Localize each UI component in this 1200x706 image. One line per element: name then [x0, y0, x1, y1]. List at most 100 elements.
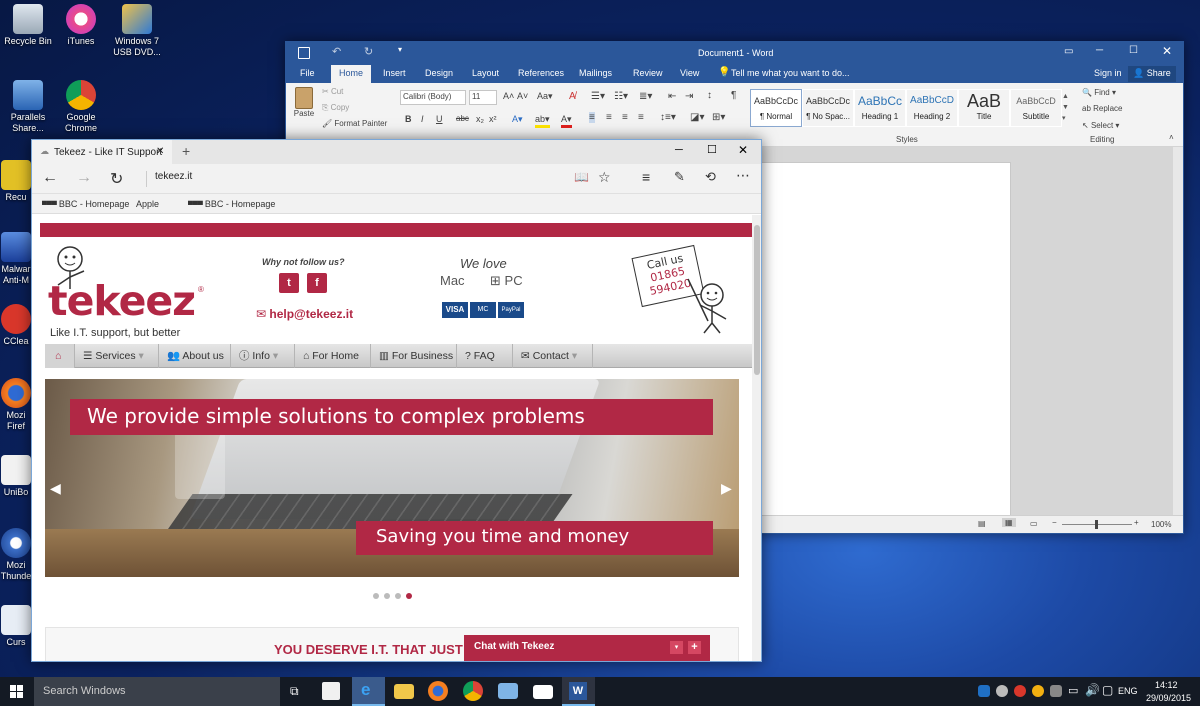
- numbering-icon[interactable]: ☷▾: [614, 91, 628, 102]
- reading-view-icon[interactable]: 📖: [574, 170, 589, 184]
- more-icon[interactable]: ⋯: [736, 167, 750, 184]
- font-name-select[interactable]: Calibri (Body): [400, 90, 466, 105]
- multilevel-list-icon[interactable]: ≣▾: [639, 91, 652, 102]
- cut-button[interactable]: ✂ Cut: [322, 87, 343, 96]
- desktop-icon-windows-usb[interactable]: Windows 7 USB DVD...: [108, 4, 166, 58]
- clock-time[interactable]: 14:12: [1155, 680, 1178, 690]
- maximize-icon[interactable]: ☐: [1129, 45, 1138, 56]
- forward-icon[interactable]: →: [76, 169, 92, 187]
- font-color-icon[interactable]: A▾: [561, 114, 572, 128]
- slider-dot[interactable]: [395, 593, 401, 599]
- desktop-icon-recuva[interactable]: Recu: [0, 160, 32, 203]
- nav-for-home[interactable]: ⌂ For Home: [295, 344, 371, 368]
- justify-icon[interactable]: ≡: [638, 112, 644, 123]
- style-subtitle[interactable]: AaBbCcD Subtitle: [1010, 89, 1062, 127]
- desktop-icon-thunderbird[interactable]: Mozi Thunde: [0, 528, 32, 582]
- volume-icon[interactable]: 🔊: [1085, 683, 1100, 697]
- find-button[interactable]: 🔍 Find ▾: [1082, 88, 1116, 97]
- web-note-icon[interactable]: ✎: [674, 169, 685, 185]
- redo-icon[interactable]: ↻: [364, 45, 373, 58]
- minimize-icon[interactable]: ─: [1096, 45, 1103, 56]
- nav-about-us[interactable]: 👥 About us: [159, 344, 231, 368]
- grow-font-icon[interactable]: A˄: [503, 91, 514, 101]
- firefox-icon[interactable]: [428, 681, 448, 701]
- favorite-link[interactable]: ▀▀▀ BBC - Homepage: [188, 199, 275, 209]
- text-effects-icon[interactable]: A▾: [512, 114, 523, 125]
- refresh-icon[interactable]: ↻: [110, 169, 123, 189]
- tab-design[interactable]: Design: [425, 68, 453, 78]
- mail-icon[interactable]: [533, 685, 553, 699]
- new-tab-icon[interactable]: +: [182, 143, 190, 159]
- sync-tray-icon[interactable]: [996, 685, 1008, 697]
- favorite-link[interactable]: ▀▀▀ BBC - Homepage: [42, 199, 129, 209]
- borders-icon[interactable]: ⊞▾: [712, 112, 725, 123]
- browser-tab[interactable]: ☁ Tekeez - Like IT Support ✕: [32, 140, 172, 164]
- nav-info[interactable]: ⓘ Info ▾: [231, 344, 295, 368]
- tab-home[interactable]: Home: [331, 65, 372, 83]
- maximize-icon[interactable]: ☐: [707, 143, 717, 156]
- clock-date[interactable]: 29/09/2015: [1146, 693, 1191, 703]
- web-layout-icon[interactable]: ▭: [1030, 519, 1038, 528]
- tab-insert[interactable]: Insert: [383, 68, 406, 78]
- styles-scroll-icon[interactable]: ▲ ▼ ▾: [1062, 91, 1069, 124]
- style-heading-2[interactable]: AaBbCcD Heading 2: [906, 89, 958, 127]
- minimize-icon[interactable]: ─: [675, 144, 683, 156]
- slider-dot[interactable]: [373, 593, 379, 599]
- search-box[interactable]: Search Windows: [34, 677, 280, 706]
- tell-me-input[interactable]: Tell me what you want to do...: [731, 68, 850, 78]
- chrome-icon[interactable]: [463, 681, 483, 701]
- shading-icon[interactable]: ◪▾: [690, 112, 704, 123]
- style-heading-1[interactable]: AaBbCc Heading 1: [854, 89, 906, 127]
- word-titlebar[interactable]: ↶ ↻ ▾ Document1 - Word ▭ ─ ☐ ✕: [286, 42, 1183, 65]
- site-logo[interactable]: tekeez ® Like I.T. support, but better: [48, 245, 213, 341]
- slider-prev-icon[interactable]: ◀: [50, 480, 61, 497]
- print-layout-icon[interactable]: ▦: [1002, 518, 1016, 527]
- decrease-indent-icon[interactable]: ⇤: [668, 91, 676, 102]
- align-right-icon[interactable]: ≡: [622, 112, 628, 123]
- nav-services[interactable]: ☰ Services ▾: [75, 344, 159, 368]
- start-windows-icon[interactable]: [10, 685, 23, 698]
- chat-add-icon[interactable]: +: [688, 641, 701, 654]
- store-icon[interactable]: [322, 682, 340, 700]
- zoom-slider-thumb[interactable]: [1095, 520, 1098, 529]
- close-icon[interactable]: ✕: [738, 143, 748, 157]
- app-tray-icon[interactable]: [1050, 685, 1062, 697]
- edge-taskbar-button[interactable]: e: [352, 677, 385, 706]
- tab-references[interactable]: References: [518, 68, 564, 78]
- edge-window[interactable]: ☁ Tekeez - Like IT Support ✕ + ─ ☐ ✕ ← →…: [31, 139, 762, 662]
- zoom-in-icon[interactable]: +: [1134, 518, 1139, 527]
- align-left-icon[interactable]: ≡: [589, 112, 595, 123]
- increase-indent-icon[interactable]: ⇥: [685, 91, 693, 102]
- copy-button[interactable]: ⎘ Copy: [322, 103, 349, 113]
- slider-dot[interactable]: [384, 593, 390, 599]
- desktop-icon-itunes[interactable]: iTunes: [53, 4, 109, 47]
- bold-icon[interactable]: B: [405, 114, 412, 124]
- save-icon[interactable]: [298, 47, 310, 59]
- hero-slider[interactable]: We provide simple solutions to complex p…: [45, 379, 739, 577]
- sort-icon[interactable]: ↕: [707, 90, 712, 101]
- email-link[interactable]: ✉ help@tekeez.it: [256, 307, 353, 321]
- page-scrollbar-thumb[interactable]: [754, 225, 760, 375]
- vertical-scrollbar[interactable]: [1173, 147, 1183, 517]
- nav-home[interactable]: ⌂: [45, 344, 75, 368]
- clear-formatting-icon[interactable]: A̸: [569, 91, 576, 102]
- tab-close-icon[interactable]: ✕: [156, 146, 164, 157]
- bullets-icon[interactable]: ☰▾: [591, 91, 605, 102]
- collapse-ribbon-icon[interactable]: ˄: [1169, 133, 1174, 142]
- chat-widget[interactable]: Chat with Tekeez ▾ +: [464, 635, 710, 661]
- document-page[interactable]: [761, 162, 1011, 522]
- favorite-star-icon[interactable]: ☆: [598, 169, 611, 186]
- task-view-icon[interactable]: ⧉: [290, 684, 299, 699]
- underline-icon[interactable]: U: [436, 114, 443, 124]
- share-icon[interactable]: ⟲: [705, 169, 716, 185]
- facebook-icon[interactable]: f: [307, 273, 327, 293]
- favorite-link[interactable]: Apple: [136, 199, 159, 209]
- word-taskbar-button[interactable]: W: [562, 677, 595, 706]
- zoom-slider[interactable]: [1062, 520, 1132, 529]
- strikethrough-icon[interactable]: abc: [456, 114, 469, 123]
- change-case-icon[interactable]: Aa▾: [537, 91, 553, 102]
- page-scrollbar[interactable]: [752, 215, 761, 661]
- hub-icon[interactable]: ≡: [642, 169, 650, 185]
- font-size-select[interactable]: 11: [469, 90, 497, 105]
- file-explorer-icon[interactable]: [394, 684, 414, 699]
